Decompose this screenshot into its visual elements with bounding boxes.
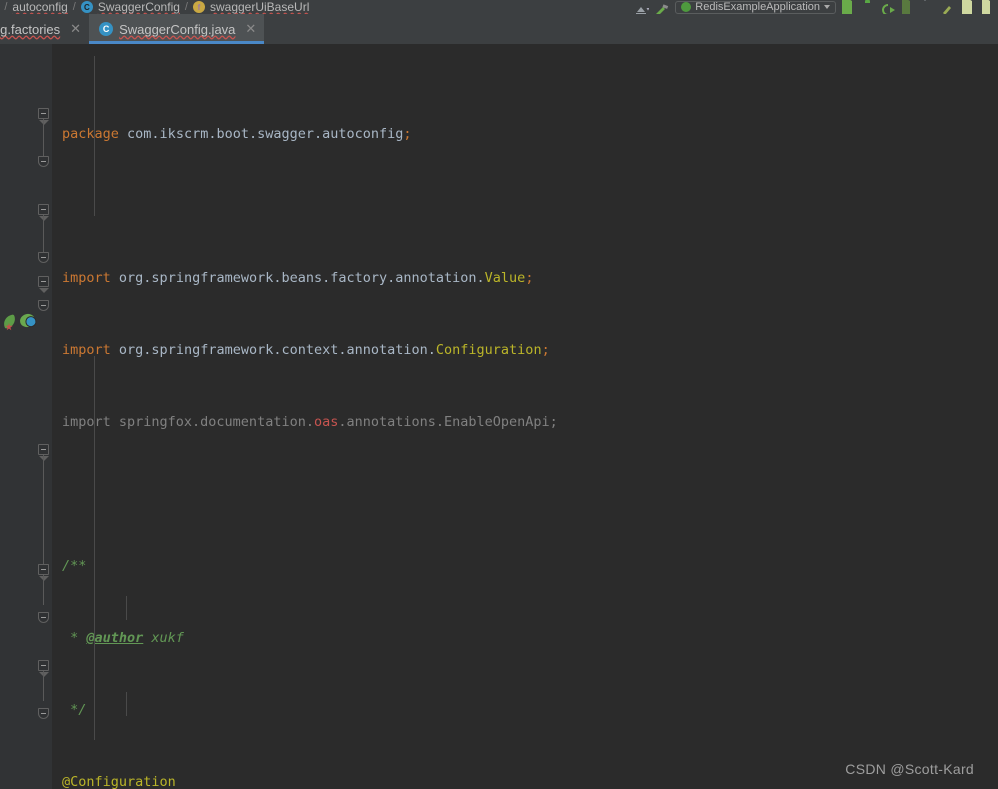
breadcrumb-item-class[interactable]: SwaggerConfig <box>98 0 180 14</box>
code-line[interactable]: import springfox.documentation.oas.annot… <box>52 410 998 434</box>
debug-icon[interactable] <box>862 1 876 14</box>
fold-line <box>43 671 44 701</box>
breadcrumb-separator: / <box>184 1 188 13</box>
close-icon[interactable]: ✕ <box>245 21 256 37</box>
code-line[interactable]: * @author xukf <box>52 626 998 650</box>
chevron-down-icon[interactable] <box>824 5 830 9</box>
fold-marker-enableopenapi[interactable] <box>38 300 49 311</box>
fold-marker-imports-end[interactable] <box>38 156 49 167</box>
run-configuration-name: RedisExampleApplication <box>695 1 820 13</box>
run-icon[interactable] <box>842 0 856 14</box>
fold-marker-imports[interactable] <box>38 108 49 125</box>
fold-marker-javadoc-class-end[interactable] <box>38 252 49 263</box>
run-configuration-selector[interactable]: RedisExampleApplication <box>675 0 836 14</box>
close-icon[interactable]: ✕ <box>70 21 81 37</box>
profiler-icon[interactable] <box>635 1 650 14</box>
indent-guide <box>126 692 127 716</box>
code-line[interactable]: /** <box>52 554 998 578</box>
fold-marker-configuration[interactable] <box>38 276 49 293</box>
code-content[interactable]: package com.ikscrm.boot.swagger.autoconf… <box>52 44 998 789</box>
breadcrumb-bar: ger / autoconfig / C SwaggerConfig / f s… <box>0 0 998 14</box>
code-line[interactable]: import org.springframework.context.annot… <box>52 338 998 362</box>
fold-line <box>43 575 44 605</box>
run-icon-2[interactable] <box>962 0 976 14</box>
chevron-down-icon[interactable] <box>922 0 936 14</box>
indent-guide <box>94 356 95 740</box>
globe-icon[interactable] <box>615 1 629 14</box>
breadcrumb-separator: / <box>72 1 76 13</box>
code-line[interactable]: package com.ikscrm.boot.swagger.autoconf… <box>52 122 998 146</box>
code-line[interactable]: */ <box>52 698 998 722</box>
fold-marker-javadoc-class[interactable] <box>38 204 49 221</box>
fold-marker-javadoc-method[interactable] <box>38 444 49 461</box>
code-line[interactable] <box>52 194 998 218</box>
fold-marker-method-1[interactable] <box>38 564 49 581</box>
field-icon: f <box>192 1 205 13</box>
spring-boot-run-icon <box>681 2 692 12</box>
breadcrumb-separator: / <box>4 1 8 13</box>
fold-line <box>43 215 44 253</box>
tab-label: spring.factories <box>0 21 61 37</box>
fold-line <box>43 455 44 565</box>
fold-marker-method-2-end[interactable] <box>38 708 49 719</box>
fold-line <box>43 119 44 157</box>
editor-gutter[interactable] <box>0 44 52 789</box>
run-icon-3[interactable] <box>982 0 996 14</box>
run-coverage-icon[interactable] <box>882 1 896 14</box>
code-line[interactable]: import org.springframework.beans.factory… <box>52 266 998 290</box>
java-class-icon: C <box>99 22 114 36</box>
breadcrumb-item-autoconfig[interactable]: autoconfig <box>12 0 67 14</box>
code-line[interactable] <box>52 482 998 506</box>
main-toolbar: RedisExampleApplication <box>615 0 998 14</box>
tab-spring-factories[interactable]: spring.factories ✕ <box>0 14 89 44</box>
class-icon: C <box>80 1 93 13</box>
tab-label: SwaggerConfig.java <box>119 21 236 37</box>
indent-guide <box>94 56 95 216</box>
tab-swaggerconfig-java[interactable]: C SwaggerConfig.java ✕ <box>89 14 265 44</box>
indent-guide <box>126 596 127 620</box>
watermark: CSDN @Scott-Kard <box>845 761 974 777</box>
spring-bean-icon[interactable] <box>18 312 37 329</box>
hammer-icon[interactable] <box>655 1 669 14</box>
code-editor[interactable]: package com.ikscrm.boot.swagger.autoconf… <box>0 44 998 789</box>
attach-icon[interactable] <box>942 1 956 14</box>
profile-run-icon[interactable] <box>902 0 916 14</box>
editor-tab-bar: spring.factories ✕ C SwaggerConfig.java … <box>0 14 998 44</box>
fold-marker-method-2[interactable] <box>38 660 49 677</box>
spring-bean-leaf-icon[interactable] <box>1 314 18 331</box>
fold-marker-method-1-end[interactable] <box>38 612 49 623</box>
breadcrumb-item-field[interactable]: swaggerUiBaseUrl <box>210 0 309 14</box>
breadcrumb[interactable]: ger / autoconfig / C SwaggerConfig / f s… <box>0 0 309 14</box>
